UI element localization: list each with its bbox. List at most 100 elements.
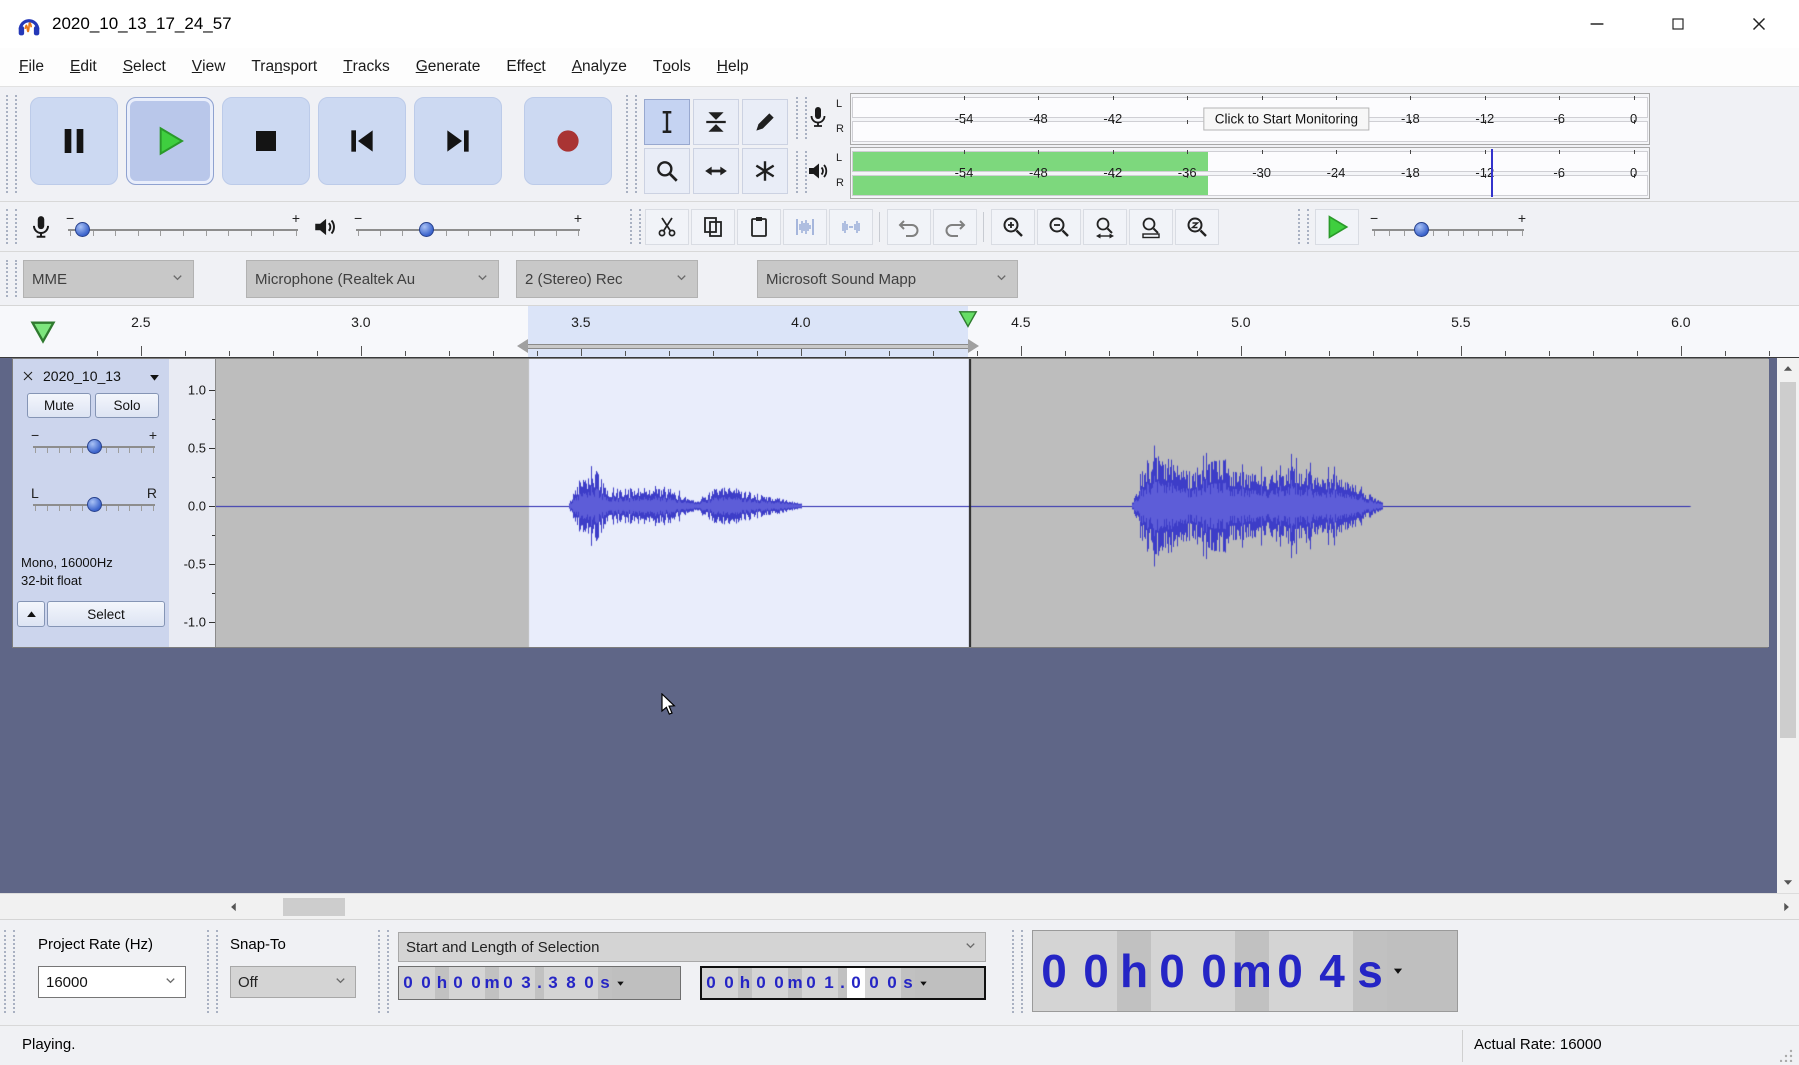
transport-toolbar-grip[interactable] xyxy=(6,95,17,193)
track-menu-arrow-icon[interactable] xyxy=(147,370,162,390)
time-digit[interactable]: 0 xyxy=(1075,931,1117,1011)
menu-effect[interactable]: Effect xyxy=(493,48,558,86)
recording-device-combo[interactable]: Microphone (Realtek Au xyxy=(246,260,499,298)
close-button[interactable] xyxy=(1718,0,1799,48)
time-digit[interactable]: 0 xyxy=(802,968,820,998)
stop-button[interactable] xyxy=(222,97,310,185)
time-digit[interactable]: 0 xyxy=(1151,931,1193,1011)
track-gain-slider-thumb[interactable] xyxy=(87,439,102,454)
device-toolbar-grip[interactable] xyxy=(6,260,17,297)
time-unit[interactable]: h xyxy=(738,968,752,998)
playback-meter[interactable]: -54-48-42-36-30-24-18-12-60 xyxy=(850,147,1650,199)
menu-select[interactable]: Select xyxy=(110,48,179,86)
resize-grip[interactable] xyxy=(1780,1048,1794,1065)
vertical-scale-ruler[interactable]: 1.00.50.0-0.5-1.0 xyxy=(169,359,216,647)
menu-tools[interactable]: Tools xyxy=(640,48,704,86)
audio-host-combo[interactable]: MME xyxy=(23,260,194,298)
menu-transport[interactable]: Transport xyxy=(238,48,330,86)
menu-view[interactable]: View xyxy=(179,48,239,86)
menu-generate[interactable]: Generate xyxy=(403,48,494,86)
timeline-selection-bar[interactable] xyxy=(528,344,968,349)
trim-outside-button[interactable] xyxy=(783,209,827,245)
time-digit[interactable]: 0 xyxy=(1269,931,1311,1011)
waveform-canvas[interactable] xyxy=(216,359,1769,647)
selection-start-arrow[interactable] xyxy=(517,339,528,353)
time-digit[interactable]: 0 xyxy=(499,967,517,999)
time-unit[interactable]: m xyxy=(1235,931,1269,1011)
time-digit[interactable]: . xyxy=(535,967,544,999)
record-button[interactable] xyxy=(524,97,612,185)
selection-length-field[interactable]: 00h00m01.000s xyxy=(700,966,986,1000)
time-digit[interactable]: 0 xyxy=(720,968,738,998)
time-field-dropdown-arrow[interactable] xyxy=(1387,931,1409,1011)
track-pan-slider-thumb[interactable] xyxy=(87,497,102,512)
vertical-scroll-thumb[interactable] xyxy=(1780,382,1796,738)
scroll-down-arrow[interactable] xyxy=(1777,871,1799,893)
time-digit[interactable]: 0 xyxy=(752,968,770,998)
silence-button[interactable] xyxy=(829,209,873,245)
envelope-tool-button[interactable] xyxy=(693,99,739,145)
track-select-button[interactable]: Select xyxy=(47,601,165,627)
selection-toolbar-grip[interactable] xyxy=(4,930,15,1013)
horizontal-scrollbar[interactable] xyxy=(0,893,1799,919)
time-digit[interactable]: 1 xyxy=(820,968,838,998)
minimize-button[interactable] xyxy=(1556,0,1637,48)
mixer-toolbar-grip[interactable] xyxy=(6,209,17,244)
time-digit[interactable]: 0 xyxy=(865,968,883,998)
track-close-button[interactable] xyxy=(17,365,39,387)
playback-meter-speaker-button[interactable] xyxy=(806,159,834,187)
copy-button[interactable] xyxy=(691,209,735,245)
multi-tool-tool-button[interactable] xyxy=(742,148,788,194)
pin-playhead-button[interactable] xyxy=(22,311,64,353)
time-digit[interactable]: . xyxy=(838,968,847,998)
menu-help[interactable]: Help xyxy=(704,48,762,86)
timeline-ruler[interactable]: 2.53.03.54.04.55.05.56.0 xyxy=(0,306,1799,358)
track-gain-slider[interactable]: −+ xyxy=(29,429,159,459)
selection-mode-combo[interactable]: Start and Length of Selection xyxy=(398,932,986,962)
time-digit[interactable]: 4 xyxy=(1311,931,1353,1011)
menu-tracks[interactable]: Tracks xyxy=(330,48,403,86)
time-digit[interactable]: 0 xyxy=(417,967,435,999)
track-solo-button[interactable]: Solo xyxy=(95,393,159,418)
fit-selection-button[interactable] xyxy=(1083,209,1127,245)
time-unit[interactable]: m xyxy=(485,967,499,999)
time-digit[interactable]: 3 xyxy=(517,967,535,999)
recording-volume-slider[interactable]: −+ xyxy=(64,212,302,242)
fit-project-button[interactable] xyxy=(1129,209,1173,245)
cut-button[interactable] xyxy=(645,209,689,245)
snap-to-combo[interactable]: Off xyxy=(230,966,356,998)
time-digit[interactable]: 3 xyxy=(544,967,562,999)
skip-start-button[interactable] xyxy=(318,97,406,185)
selection-tool-button[interactable] xyxy=(644,99,690,145)
recording-meter-mic-button[interactable] xyxy=(806,105,834,133)
time-field-dropdown-arrow[interactable] xyxy=(612,967,628,999)
play-at-speed-grip[interactable] xyxy=(1298,209,1309,244)
time-digit[interactable]: 0 xyxy=(1193,931,1235,1011)
menu-file[interactable]: File xyxy=(6,48,57,86)
time-unit[interactable]: s xyxy=(901,968,915,998)
selection-end-arrow[interactable] xyxy=(968,339,979,353)
time-unit[interactable]: h xyxy=(435,967,449,999)
time-digit[interactable]: 0 xyxy=(1033,931,1075,1011)
playback-volume-slider[interactable]: −+ xyxy=(352,212,584,242)
track-collapse-button[interactable] xyxy=(17,601,45,627)
track-canvas-area[interactable]: 2020_10_13 Mute Solo Mono, 16000Hz 32-bi… xyxy=(0,358,1777,893)
time-digit[interactable]: 0 xyxy=(702,968,720,998)
time-unit[interactable]: h xyxy=(1117,931,1151,1011)
time-digit[interactable]: 0 xyxy=(449,967,467,999)
scroll-left-arrow[interactable] xyxy=(222,895,246,919)
time-digit[interactable]: 0 xyxy=(467,967,485,999)
recording-channels-combo[interactable]: 2 (Stereo) Rec xyxy=(516,260,698,298)
time-digit[interactable]: 0 xyxy=(847,968,865,998)
undo-button[interactable] xyxy=(887,209,931,245)
selection-fields-grip[interactable] xyxy=(378,930,389,1013)
time-digit[interactable]: 0 xyxy=(883,968,901,998)
draw-tool-button[interactable] xyxy=(742,99,788,145)
audio-position-display[interactable]: 00h00m04s xyxy=(1032,930,1458,1012)
time-shift-tool-button[interactable] xyxy=(693,148,739,194)
play-speed-slider[interactable]: −+ xyxy=(1368,212,1528,242)
recording-meter[interactable]: -54-48-42-18-12-60Click to Start Monitor… xyxy=(850,93,1650,145)
edit-toolbar-grip[interactable] xyxy=(630,209,641,244)
paste-button[interactable] xyxy=(737,209,781,245)
scroll-right-arrow[interactable] xyxy=(1774,895,1798,919)
